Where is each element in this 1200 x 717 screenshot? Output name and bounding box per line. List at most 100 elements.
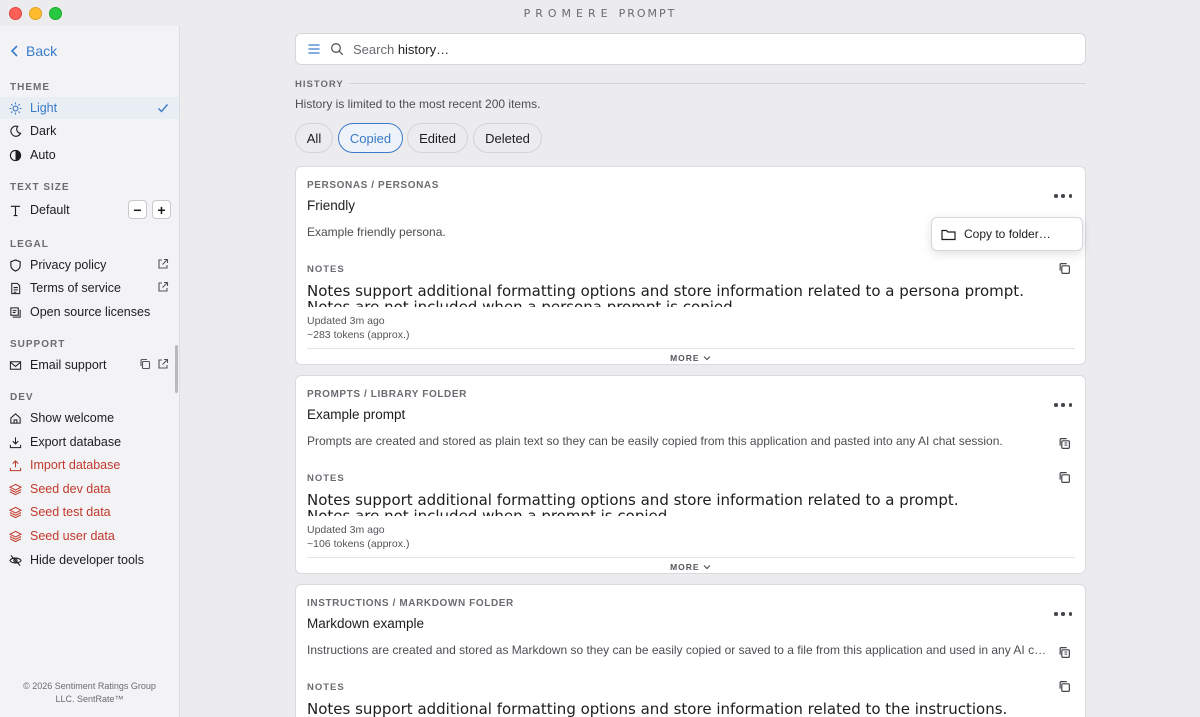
updated-timestamp: Updated 3m ago: [307, 315, 385, 327]
license-icon: [9, 306, 22, 319]
external-link-icon: [157, 281, 169, 293]
more-options-icon[interactable]: [1054, 398, 1072, 412]
filter-copied-chip[interactable]: Copied: [338, 123, 403, 153]
history-section-label: HISTORY: [295, 79, 344, 90]
notes-text: Notes support additional formatting opti…: [307, 492, 959, 516]
theme-auto-label: Auto: [30, 148, 56, 162]
copy-to-folder-menu-item[interactable]: Copy to folder…: [931, 217, 1083, 251]
filter-deleted-chip[interactable]: Deleted: [473, 123, 542, 153]
seed-dev-data-label: Seed dev data: [30, 482, 111, 496]
theme-auto-option[interactable]: Auto: [0, 144, 179, 166]
copy-to-folder-label: Copy to folder…: [964, 227, 1051, 241]
moon-icon: [9, 125, 22, 138]
document-icon: [9, 282, 22, 295]
upload-icon: [9, 459, 22, 472]
shield-icon: [9, 258, 22, 272]
email-support-actions: [139, 358, 169, 370]
notes-text: Notes support additional formatting opti…: [307, 283, 1024, 307]
more-options-icon[interactable]: [1054, 189, 1072, 203]
card-title: Example prompt: [307, 407, 406, 422]
card-description: Prompts are created and stored as plain …: [307, 434, 1003, 448]
window-title: PROMERE PROMPT: [523, 7, 677, 20]
seed-test-data-button[interactable]: Seed test data: [0, 501, 179, 523]
token-count: ~283 tokens (approx.): [307, 329, 410, 341]
more-toggle[interactable]: MORE: [296, 562, 1085, 572]
card-path: INSTRUCTIONS / MARKDOWN FOLDER: [307, 598, 514, 609]
chevron-down-icon: [703, 565, 711, 570]
home-icon: [9, 412, 22, 425]
terms-of-service-link[interactable]: Terms of service: [0, 277, 179, 299]
external-link-icon[interactable]: [157, 358, 169, 370]
notes-label: NOTES: [307, 682, 345, 693]
half-circle-icon: [9, 149, 22, 162]
seed-user-data-label: Seed user data: [30, 529, 115, 543]
chevron-left-icon: [10, 45, 18, 57]
support-section-label: SUPPORT: [10, 339, 66, 350]
import-database-button[interactable]: Import database: [0, 454, 179, 476]
copyright-line-2: LLC. SentRate™: [55, 694, 124, 704]
open-source-licenses-label: Open source licenses: [30, 305, 151, 319]
seed-test-data-label: Seed test data: [30, 505, 111, 519]
menu-icon[interactable]: [307, 42, 321, 56]
seed-dev-data-button[interactable]: Seed dev data: [0, 478, 179, 500]
search-input[interactable]: Search history…: [353, 42, 449, 57]
copy-notes-icon[interactable]: [1058, 680, 1071, 693]
seed-user-data-button[interactable]: Seed user data: [0, 525, 179, 547]
copy-icon[interactable]: [139, 358, 151, 370]
chevron-down-icon: [703, 356, 711, 361]
hide-developer-tools-label: Hide developer tools: [30, 553, 144, 567]
privacy-policy-link[interactable]: Privacy policy: [0, 254, 179, 276]
download-icon: [9, 436, 22, 449]
text-size-increase-button[interactable]: +: [152, 200, 171, 219]
card-path: PERSONAS / PERSONAS: [307, 180, 439, 191]
card-title: Markdown example: [307, 616, 425, 631]
copy-prompt-icon[interactable]: [1058, 437, 1071, 450]
text-size-value: Default: [30, 203, 70, 217]
app-window: PROMERE PROMPT Back THEME Light Dark Auto…: [0, 0, 1200, 717]
card-divider: [307, 348, 1075, 349]
back-button[interactable]: Back: [10, 43, 57, 59]
more-options-icon[interactable]: [1054, 607, 1072, 621]
show-welcome-label: Show welcome: [30, 411, 115, 425]
copy-instructions-icon[interactable]: [1058, 646, 1071, 659]
back-label: Back: [26, 43, 58, 59]
token-count: ~106 tokens (approx.): [307, 538, 410, 550]
search-bar[interactable]: Search history…: [295, 33, 1086, 65]
sidebar-scrollbar[interactable]: [175, 345, 178, 393]
history-card[interactable]: INSTRUCTIONS / MARKDOWN FOLDER Markdown …: [295, 584, 1086, 717]
card-title: Friendly: [307, 198, 356, 213]
dev-section-label: DEV: [10, 392, 34, 403]
theme-light-option[interactable]: Light: [0, 97, 179, 119]
history-card[interactable]: PERSONAS / PERSONAS Friendly Example fri…: [295, 166, 1086, 365]
hide-developer-tools-button[interactable]: Hide developer tools: [0, 549, 179, 571]
text-size-section-label: TEXT SIZE: [10, 182, 70, 193]
terms-of-service-label: Terms of service: [30, 281, 121, 295]
envelope-icon: [9, 359, 22, 372]
filter-edited-chip[interactable]: Edited: [407, 123, 468, 153]
card-description: Instructions are created and stored as M…: [307, 643, 1052, 657]
legal-section-label: LEGAL: [10, 239, 49, 250]
notes-text: Notes support additional formatting opti…: [307, 701, 1008, 717]
copyright-notice: © 2026 Sentiment Ratings Group LLC. Sent…: [0, 680, 179, 706]
history-limit-note: History is limited to the most recent 20…: [295, 97, 541, 111]
theme-dark-option[interactable]: Dark: [0, 120, 179, 142]
history-card[interactable]: PROMPTS / LIBRARY FOLDER Example prompt …: [295, 375, 1086, 574]
layers-icon: [9, 483, 22, 496]
checkmark-icon: [157, 102, 169, 114]
email-support-link[interactable]: Email support: [0, 354, 179, 376]
copy-notes-icon[interactable]: [1058, 471, 1071, 484]
show-welcome-button[interactable]: Show welcome: [0, 407, 179, 429]
sun-icon: [9, 101, 22, 115]
more-toggle[interactable]: MORE: [296, 353, 1085, 363]
copy-notes-icon[interactable]: [1058, 262, 1071, 275]
email-support-label: Email support: [30, 358, 107, 372]
import-database-label: Import database: [30, 458, 121, 472]
text-size-icon: [9, 204, 22, 217]
open-source-licenses-link[interactable]: Open source licenses: [0, 301, 179, 323]
layers-icon: [9, 530, 22, 543]
filter-all-chip[interactable]: All: [295, 123, 333, 153]
text-size-decrease-button[interactable]: −: [128, 200, 147, 219]
export-database-button[interactable]: Export database: [0, 431, 179, 453]
updated-timestamp: Updated 3m ago: [307, 524, 385, 536]
history-panel: Search history… HISTORY History is limit…: [181, 26, 1200, 717]
